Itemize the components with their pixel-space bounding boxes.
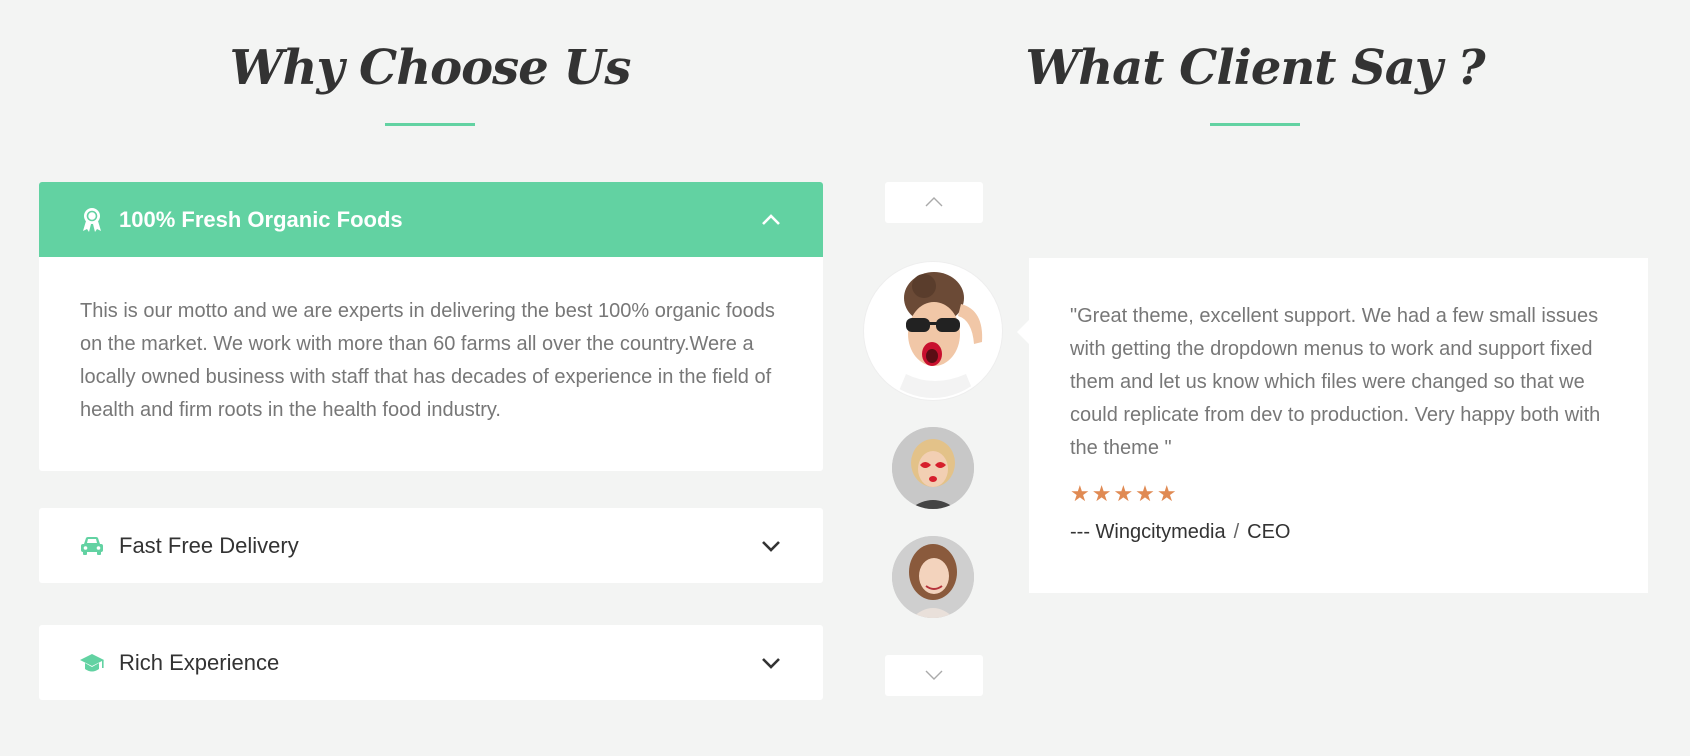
author-name: --- Wingcitymedia	[1070, 521, 1226, 543]
chevron-down-icon	[925, 667, 943, 685]
accordion-label: Fast Free Delivery	[119, 532, 299, 558]
award-ribbon-icon	[79, 207, 105, 233]
accordion-label: 100% Fresh Organic Foods	[119, 206, 403, 232]
rating-stars: ★★★★★	[1070, 481, 1179, 506]
accordion-body-organic: This is our motto and we are experts in …	[80, 300, 775, 421]
testimonial-quote: "Great theme, excellent support. We had …	[1070, 305, 1601, 459]
title-underline	[1210, 123, 1300, 126]
testimonial-author: --- Wingcitymedia / CEO	[1070, 521, 1608, 544]
chevron-down-icon[interactable]	[759, 651, 783, 675]
author-separator: /	[1233, 521, 1240, 543]
accordion-header-experience[interactable]: Rich Experience	[39, 625, 823, 700]
chevron-down-icon[interactable]	[759, 534, 783, 558]
title-underline	[385, 123, 475, 126]
client-avatar-active[interactable]	[864, 262, 1002, 400]
author-role: CEO	[1247, 521, 1291, 543]
graduation-cap-icon	[79, 650, 105, 676]
chevron-up-icon[interactable]	[759, 208, 783, 232]
client-avatar[interactable]	[892, 536, 974, 618]
accordion-panel-organic: 100% Fresh Organic Foods This is our mot…	[39, 182, 823, 471]
what-client-say-title: What Client Say ?	[1025, 40, 1485, 96]
client-avatar[interactable]	[892, 427, 974, 509]
accordion-header-organic[interactable]: 100% Fresh Organic Foods	[39, 182, 823, 257]
testimonial-card: "Great theme, excellent support. We had …	[1017, 258, 1648, 593]
accordion-panel-delivery: Fast Free Delivery	[39, 508, 823, 583]
testimonial-next-button[interactable]	[885, 655, 983, 696]
accordion-panel-experience: Rich Experience	[39, 625, 823, 700]
accordion-label: Rich Experience	[119, 649, 280, 675]
accordion-header-delivery[interactable]: Fast Free Delivery	[39, 508, 823, 583]
why-choose-us-title: Why Choose Us	[229, 40, 632, 96]
testimonial-prev-button[interactable]	[885, 182, 983, 223]
chevron-up-icon	[925, 194, 943, 212]
car-icon	[79, 533, 105, 559]
